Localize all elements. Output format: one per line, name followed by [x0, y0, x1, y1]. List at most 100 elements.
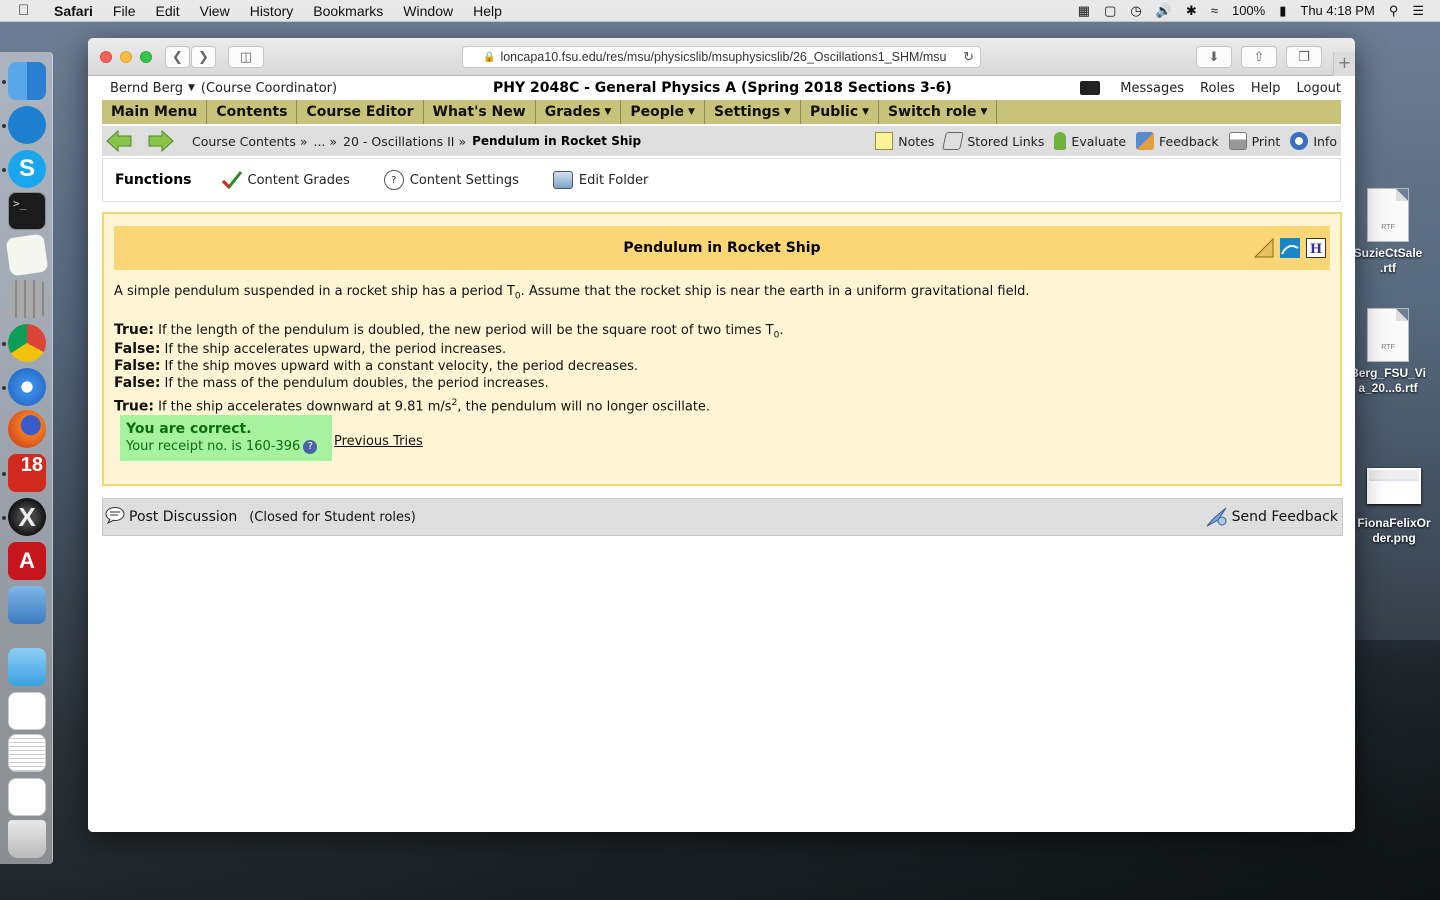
ruler-icon[interactable]: [1254, 238, 1274, 258]
share-button[interactable]: ⇧: [1241, 46, 1277, 68]
menu-public[interactable]: Public ▼: [801, 100, 880, 124]
resource-graph-icon[interactable]: [1280, 238, 1300, 258]
menu-whats-new[interactable]: What's New: [424, 100, 536, 124]
safari-icon[interactable]: [8, 368, 46, 406]
apple-icon[interactable]: : [18, 2, 40, 19]
info-tool[interactable]: Info: [1290, 132, 1337, 150]
evaluate-tool[interactable]: Evaluate: [1054, 132, 1126, 150]
tabs-overview-button[interactable]: ❐: [1286, 46, 1322, 68]
close-window-button[interactable]: [100, 50, 112, 63]
desktop-file-rtf[interactable]: RTF Berg_FSU_Vi a_20...6.rtf: [1348, 308, 1428, 396]
time-machine-icon[interactable]: ◷: [1130, 3, 1141, 19]
feedback-icon: [1136, 132, 1155, 150]
safari-toolbar: ❮ ❯ ◫ 🔒 loncapa10.fsu.edu/res/msu/physic…: [88, 38, 1355, 76]
x11-icon[interactable]: X: [8, 498, 46, 536]
printer-icon: [1228, 132, 1247, 150]
document-thumbnail-icon[interactable]: [8, 734, 46, 772]
stored-links-tool[interactable]: Stored Links: [942, 132, 1044, 150]
document-thumbnail-icon[interactable]: [8, 778, 46, 816]
menubar-app-name[interactable]: Safari: [54, 3, 93, 19]
problem-title: Pendulum in Rocket Ship: [623, 240, 821, 256]
menu-main-menu[interactable]: Main Menu: [102, 100, 208, 124]
menubar-item-history[interactable]: History: [250, 3, 294, 19]
breadcrumb-ellipsis[interactable]: ... »: [313, 134, 337, 149]
bluetooth-icon[interactable]: ✱: [1186, 3, 1197, 19]
firefox-icon[interactable]: [8, 410, 46, 448]
content-settings-button[interactable]: ? Content Settings: [383, 170, 519, 190]
downloads-button[interactable]: ⬇: [1196, 46, 1232, 68]
menubar-item-edit[interactable]: Edit: [155, 3, 179, 19]
previous-arrow-icon[interactable]: [106, 130, 132, 152]
volume-icon[interactable]: 🔊: [1156, 3, 1172, 19]
problem-statements: True: If the length of the pendulum is d…: [114, 319, 783, 414]
airplay-icon[interactable]: ▢: [1104, 3, 1116, 19]
spotlight-icon[interactable]: ⚲: [1389, 3, 1399, 19]
mail-bird-icon[interactable]: [8, 106, 46, 144]
menu-course-editor[interactable]: Course Editor: [297, 100, 424, 124]
skype-icon[interactable]: S: [8, 150, 46, 188]
remote-control-icon[interactable]: [1080, 81, 1101, 95]
wifi-icon[interactable]: ≈: [1211, 3, 1218, 18]
desktop-file-rtf[interactable]: RTF SuzieCtSale .rtf: [1348, 188, 1428, 276]
messages-link[interactable]: Messages: [1120, 81, 1184, 96]
menu-people[interactable]: People ▼: [621, 100, 705, 124]
plus-icon: +: [1337, 53, 1352, 72]
document-thumbnail-icon[interactable]: [8, 692, 46, 730]
calculator-icon[interactable]: [8, 280, 46, 318]
terminal-icon[interactable]: >_: [8, 192, 46, 230]
back-button[interactable]: ❮: [165, 46, 190, 68]
speech-bubble-icon[interactable]: [105, 506, 125, 528]
new-tab-button[interactable]: +: [1333, 52, 1355, 76]
minimize-window-button[interactable]: [120, 50, 132, 63]
menubar-item-file[interactable]: File: [113, 3, 136, 19]
roles-link[interactable]: Roles: [1200, 81, 1235, 96]
print-tool[interactable]: Print: [1228, 132, 1280, 150]
send-feedback-button[interactable]: Send Feedback: [1206, 507, 1338, 527]
user-name[interactable]: Bernd Berg: [110, 81, 183, 96]
help-link[interactable]: Help: [1251, 81, 1281, 96]
forward-button[interactable]: ❯: [191, 46, 216, 68]
sidebar-toggle-button[interactable]: ◫: [228, 46, 264, 68]
notes-tool[interactable]: Notes: [875, 132, 934, 150]
menubar-item-view[interactable]: View: [200, 3, 230, 19]
breadcrumb-course-contents[interactable]: Course Contents »: [192, 134, 307, 149]
downloads-folder-icon[interactable]: [8, 648, 46, 686]
preview-icon[interactable]: [8, 586, 46, 624]
previous-tries-link[interactable]: Previous Tries: [334, 434, 423, 449]
next-arrow-icon[interactable]: [148, 130, 174, 152]
finder-icon[interactable]: [8, 62, 46, 100]
macos-menubar:  Safari File Edit View History Bookmark…: [0, 0, 1440, 22]
zoom-window-button[interactable]: [140, 50, 152, 63]
chevron-down-icon[interactable]: ▼: [188, 83, 195, 93]
calendar-maple-icon[interactable]: 18: [8, 454, 46, 492]
trash-icon[interactable]: [8, 820, 46, 858]
reload-icon[interactable]: ↻: [963, 49, 974, 65]
address-bar[interactable]: 🔒 loncapa10.fsu.edu/res/msu/physicslib/m…: [462, 46, 981, 68]
content-grades-button[interactable]: Content Grades: [221, 171, 350, 189]
notification-center-icon[interactable]: ☰: [1412, 3, 1424, 19]
menu-switch-role[interactable]: Switch role ▼: [879, 100, 998, 124]
clock[interactable]: Thu 4:18 PM: [1300, 3, 1374, 18]
textedit-icon[interactable]: [5, 233, 49, 277]
menu-grades[interactable]: Grades ▼: [536, 100, 622, 124]
hint-h-icon[interactable]: H: [1306, 238, 1326, 258]
battery-percent[interactable]: 100%: [1232, 3, 1265, 18]
menubar-item-window[interactable]: Window: [403, 3, 453, 19]
desktop-file-png[interactable]: FionaFelixOr der.png: [1354, 468, 1434, 546]
edit-folder-button[interactable]: Edit Folder: [552, 171, 648, 189]
help-question-icon[interactable]: ?: [303, 439, 318, 454]
battery-icon[interactable]: ▮: [1279, 3, 1286, 19]
caret-down-icon: ▼: [862, 107, 870, 117]
acrobat-icon[interactable]: A: [8, 542, 46, 580]
breadcrumb-folder[interactable]: 20 - Oscillations II »: [343, 134, 466, 149]
logout-link[interactable]: Logout: [1296, 81, 1341, 96]
menubar-item-help[interactable]: Help: [473, 3, 502, 19]
menu-contents[interactable]: Contents: [207, 100, 298, 124]
dropbox-icon[interactable]: ▦: [1078, 3, 1090, 19]
chrome-icon[interactable]: [8, 324, 46, 362]
share-icon: ⇧: [1253, 49, 1265, 65]
post-discussion-link[interactable]: Post Discussion: [129, 509, 237, 525]
feedback-tool[interactable]: Feedback: [1136, 132, 1219, 150]
menu-settings[interactable]: Settings ▼: [705, 100, 801, 124]
menubar-item-bookmarks[interactable]: Bookmarks: [313, 3, 383, 19]
